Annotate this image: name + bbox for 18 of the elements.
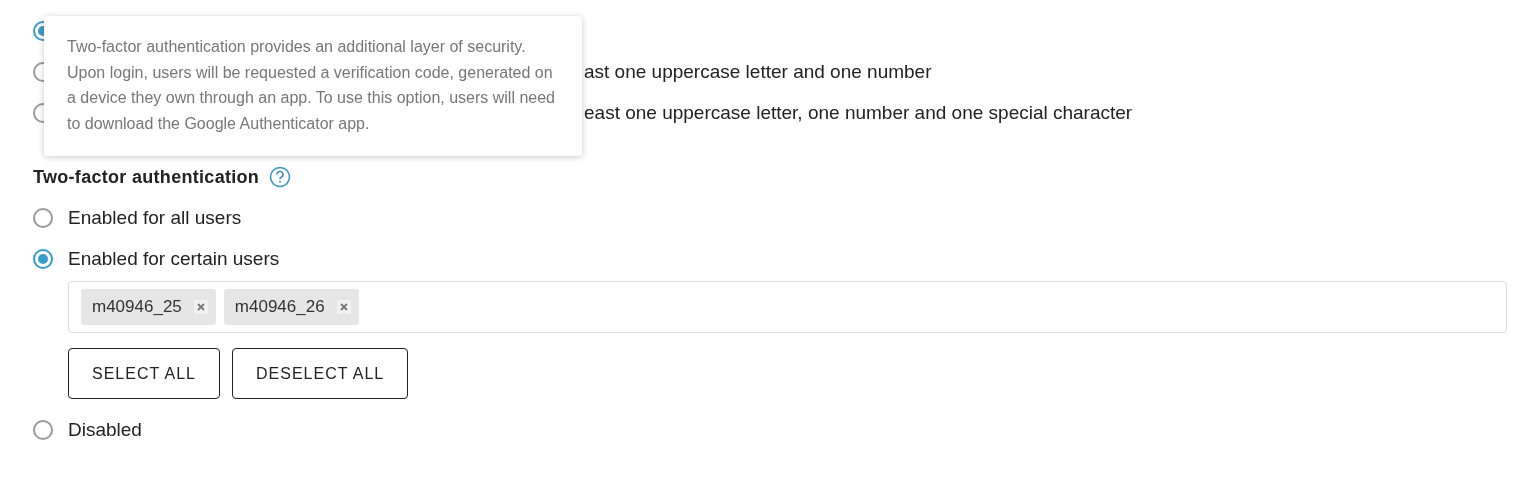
section-title: Two-factor authentication bbox=[33, 166, 260, 188]
radio-button[interactable] bbox=[33, 248, 53, 269]
option-label: Enabled for all users bbox=[68, 206, 242, 229]
option-label: east one uppercase letter, one number and one special character bbox=[584, 101, 1133, 124]
select-button[interactable]: DESELECT ALL bbox=[232, 348, 409, 399]
option-label: Enabled for certain users bbox=[68, 247, 280, 270]
option-label: ast one uppercase letter and one number bbox=[584, 60, 932, 83]
radio-button[interactable] bbox=[33, 419, 53, 440]
tooltip: Two-factor authentication provides an additional layer of security. Upon login, users will be requested a verification code, generated on a device they own through an app. To use this option, users will need to download the Google Authenticator app. bbox=[44, 16, 582, 157]
remove-icon[interactable] bbox=[193, 300, 208, 314]
chip-label: m40946_25 bbox=[92, 297, 182, 317]
user-select-field[interactable]: m40946_25 m40946_26 bbox=[68, 281, 1507, 333]
chip-label: m40946_26 bbox=[234, 297, 325, 317]
help-icon[interactable] bbox=[269, 166, 292, 188]
option-label: Disabled bbox=[68, 418, 142, 441]
remove-icon[interactable] bbox=[336, 300, 351, 314]
radio-button[interactable] bbox=[33, 207, 53, 228]
select-button[interactable]: SELECT ALL bbox=[68, 348, 220, 399]
